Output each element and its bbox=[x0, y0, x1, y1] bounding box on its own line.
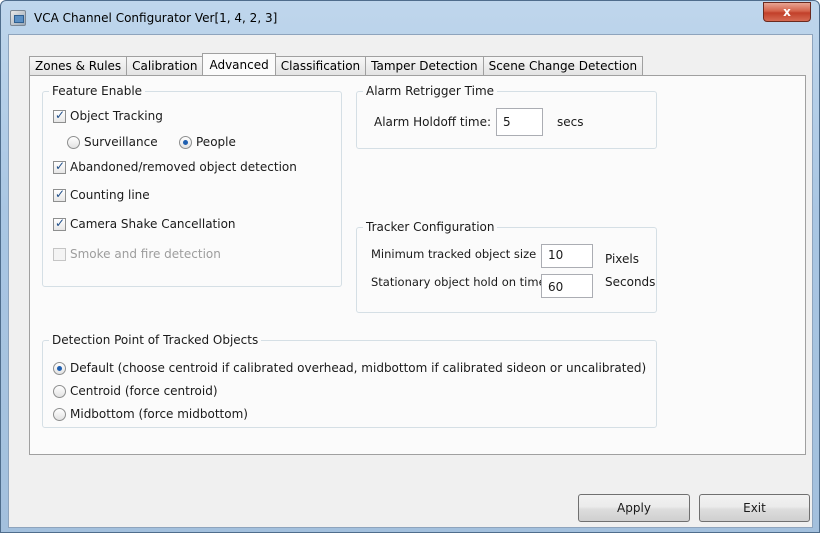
alarm-holdoff-label: Alarm Holdoff time: bbox=[374, 115, 492, 129]
camera-shake-label: Camera Shake Cancellation bbox=[70, 217, 236, 231]
exit-button[interactable]: Exit bbox=[699, 494, 810, 522]
smoke-fire-label: Smoke and fire detection bbox=[70, 247, 221, 261]
object-tracking-checkbox[interactable]: Object Tracking bbox=[53, 108, 163, 123]
feature-enable-title: Feature Enable bbox=[49, 84, 146, 98]
checkbox-box[interactable] bbox=[53, 216, 66, 231]
detection-point-title: Detection Point of Tracked Objects bbox=[49, 333, 262, 347]
apply-button[interactable]: Apply bbox=[578, 494, 690, 522]
smoke-fire-checkbox: Smoke and fire detection bbox=[53, 247, 221, 261]
stationary-hold-unit: Seconds bbox=[605, 275, 656, 289]
counting-line-label: Counting line bbox=[70, 188, 150, 202]
people-label: People bbox=[196, 135, 236, 149]
default-point-radio[interactable]: Default (choose centroid if calibrated o… bbox=[53, 361, 646, 375]
radio-button[interactable] bbox=[179, 135, 192, 149]
alarm-retrigger-title: Alarm Retrigger Time bbox=[363, 84, 498, 98]
advanced-tab-panel: Feature Enable Object Tracking Surveilla… bbox=[29, 75, 806, 455]
tracker-config-title: Tracker Configuration bbox=[363, 220, 498, 234]
tab-scene-change-detection[interactable]: Scene Change Detection bbox=[482, 56, 644, 76]
people-radio[interactable]: People bbox=[179, 135, 236, 149]
tab-zones-rules[interactable]: Zones & Rules bbox=[29, 56, 128, 76]
tab-classification[interactable]: Classification bbox=[274, 56, 367, 76]
checkbox-box[interactable] bbox=[53, 187, 66, 202]
app-icon bbox=[10, 10, 26, 26]
camera-shake-checkbox[interactable]: Camera Shake Cancellation bbox=[53, 216, 236, 231]
tab-advanced[interactable]: Advanced bbox=[202, 53, 276, 75]
object-tracking-label: Object Tracking bbox=[70, 109, 163, 123]
feature-enable-group: Feature Enable Object Tracking Surveilla… bbox=[42, 84, 342, 287]
abandoned-detection-checkbox[interactable]: Abandoned/removed object detection bbox=[53, 159, 297, 174]
client-area: Zones & Rules Calibration Advanced Class… bbox=[8, 34, 813, 528]
centroid-label: Centroid (force centroid) bbox=[70, 384, 218, 398]
default-point-label: Default (choose centroid if calibrated o… bbox=[70, 361, 647, 375]
min-size-unit: Pixels bbox=[605, 252, 640, 266]
app-window: VCA Channel Configurator Ver[1, 4, 2, 3]… bbox=[0, 0, 820, 533]
close-button[interactable]: x bbox=[763, 2, 811, 22]
checkbox-box[interactable] bbox=[53, 108, 66, 123]
checkbox-box[interactable] bbox=[53, 159, 66, 174]
detection-point-group: Detection Point of Tracked Objects Defau… bbox=[42, 333, 657, 428]
surveillance-radio[interactable]: Surveillance bbox=[67, 135, 158, 149]
min-size-label: Minimum tracked object size bbox=[371, 247, 537, 261]
midbottom-label: Midbottom (force midbottom) bbox=[70, 407, 248, 421]
counting-line-checkbox[interactable]: Counting line bbox=[53, 187, 150, 202]
alarm-holdoff-unit: secs bbox=[557, 115, 584, 129]
title-bar[interactable]: VCA Channel Configurator Ver[1, 4, 2, 3]… bbox=[1, 1, 819, 35]
close-icon: x bbox=[783, 5, 791, 19]
midbottom-radio[interactable]: Midbottom (force midbottom) bbox=[53, 407, 248, 421]
window-title: VCA Channel Configurator Ver[1, 4, 2, 3] bbox=[34, 11, 278, 25]
radio-button[interactable] bbox=[53, 361, 66, 375]
min-size-input[interactable]: 10 bbox=[541, 244, 593, 268]
checkbox-box bbox=[53, 247, 66, 261]
surveillance-label: Surveillance bbox=[84, 135, 158, 149]
radio-button[interactable] bbox=[53, 384, 66, 398]
alarm-holdoff-input[interactable]: 5 bbox=[496, 108, 543, 136]
abandoned-detection-label: Abandoned/removed object detection bbox=[70, 160, 297, 174]
tracker-config-group: Tracker Configuration Minimum tracked ob… bbox=[356, 220, 657, 313]
radio-button[interactable] bbox=[67, 135, 80, 149]
radio-button[interactable] bbox=[53, 407, 66, 421]
stationary-hold-input[interactable]: 60 bbox=[541, 274, 593, 298]
tab-calibration[interactable]: Calibration bbox=[126, 56, 204, 76]
tab-strip: Zones & Rules Calibration Advanced Class… bbox=[29, 53, 644, 76]
centroid-radio[interactable]: Centroid (force centroid) bbox=[53, 384, 218, 398]
tab-tamper-detection[interactable]: Tamper Detection bbox=[365, 56, 484, 76]
alarm-retrigger-group: Alarm Retrigger Time Alarm Holdoff time:… bbox=[356, 84, 657, 149]
stationary-hold-label: Stationary object hold on time bbox=[371, 275, 546, 289]
